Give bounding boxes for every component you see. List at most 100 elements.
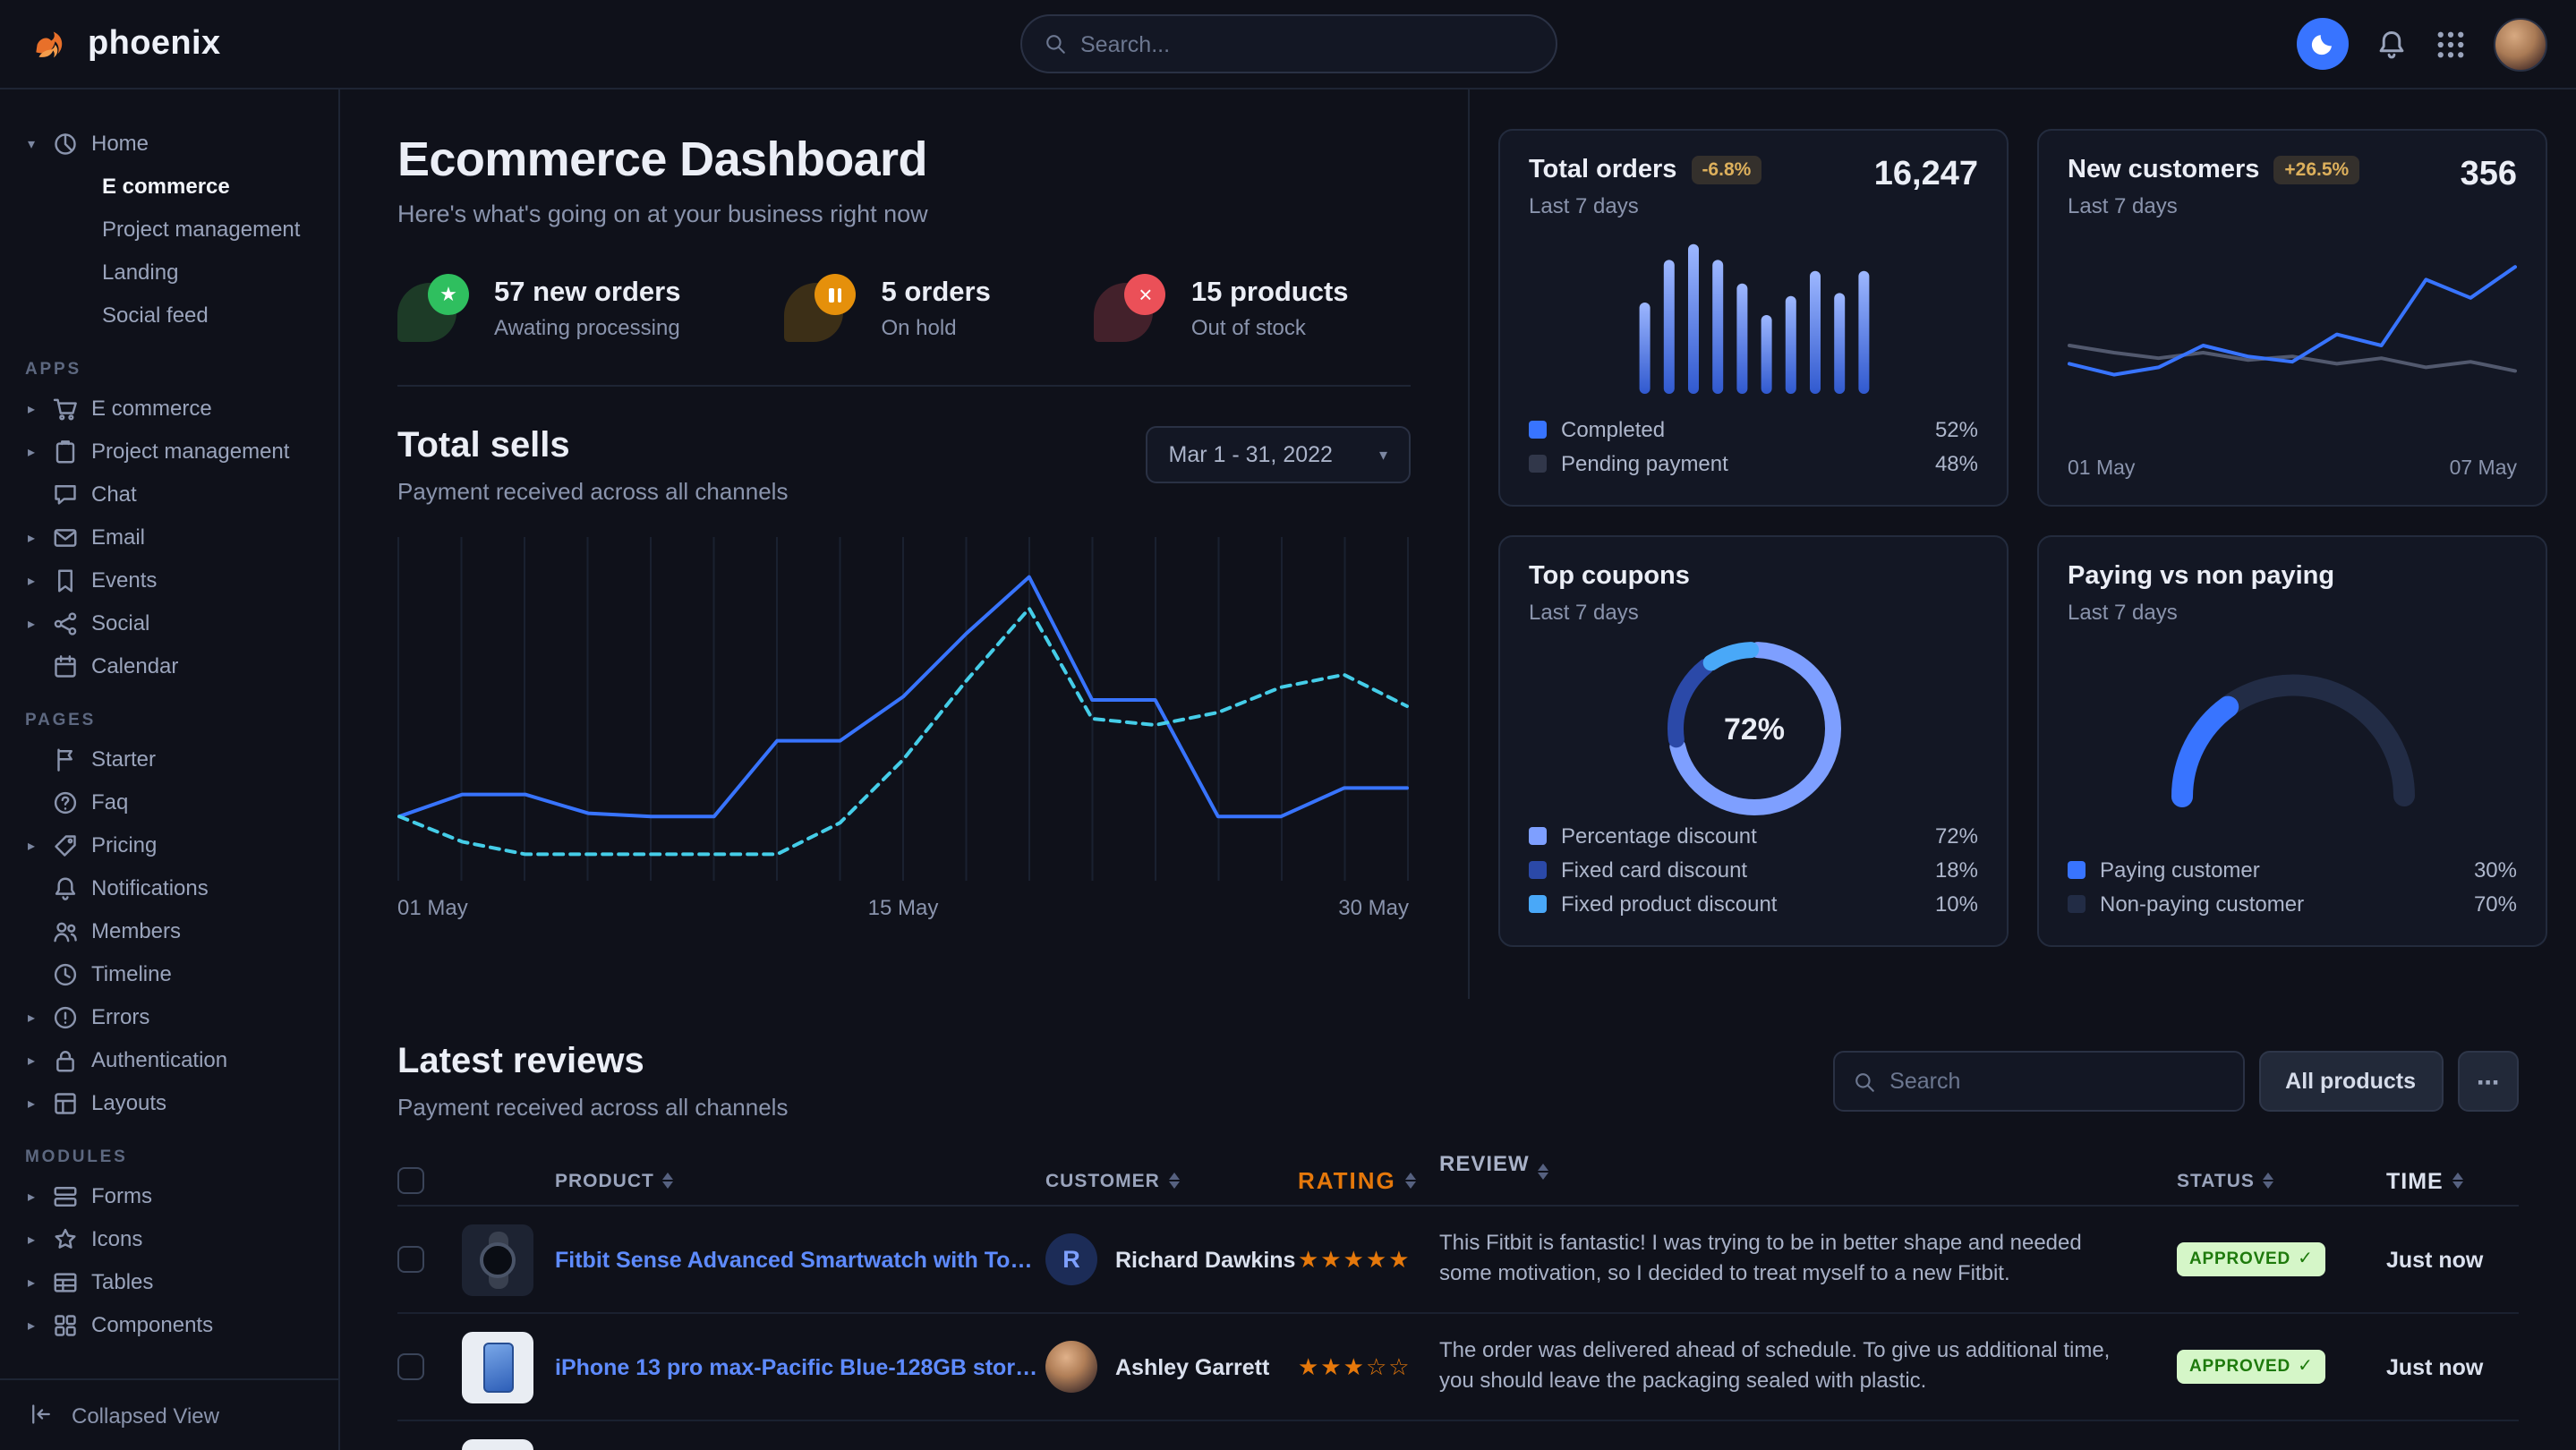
app-root: phoenix ▾HomeE commerceProject managemen… bbox=[0, 0, 2576, 1450]
new-customers-value: 356 bbox=[2461, 156, 2517, 195]
stat-item: 5 ordersOn hold bbox=[785, 270, 991, 345]
notifications-button[interactable] bbox=[2376, 28, 2408, 60]
more-options-button[interactable]: ⋯ bbox=[2457, 1051, 2519, 1112]
sidebar-item-label: Home bbox=[91, 131, 149, 156]
sidebar-item-label: Errors bbox=[91, 1004, 149, 1029]
theme-toggle-button[interactable] bbox=[2297, 18, 2349, 70]
card-title: Total orders bbox=[1529, 156, 1676, 184]
sidebar-item-e-commerce[interactable]: ▸E commerce bbox=[0, 387, 338, 430]
sidebar-item-label: E commerce bbox=[91, 396, 212, 421]
column-header-time[interactable]: TIME bbox=[2386, 1168, 2519, 1193]
row-checkbox[interactable] bbox=[397, 1353, 424, 1380]
date-range-select[interactable]: Mar 1 - 31, 2022 ▾ bbox=[1146, 426, 1412, 483]
sidebar-item-email[interactable]: ▸Email bbox=[0, 516, 338, 559]
legend-value: 30% bbox=[2474, 857, 2517, 882]
product-link[interactable]: Fitbit Sense Advanced Smartwatch with To… bbox=[555, 1247, 1045, 1272]
all-products-button[interactable]: All products bbox=[2258, 1051, 2443, 1112]
product-image bbox=[462, 1331, 533, 1403]
x-tick: 30 May bbox=[1338, 895, 1409, 920]
sidebar-item-notifications[interactable]: Notifications bbox=[0, 866, 338, 909]
stat-value: 15 products bbox=[1191, 277, 1349, 309]
sidebar: ▾HomeE commerceProject managementLanding… bbox=[0, 90, 340, 1450]
product-image bbox=[462, 1224, 533, 1295]
collapse-sidebar-icon bbox=[29, 1402, 55, 1429]
legend-item: Percentage discount72% bbox=[1529, 818, 1978, 852]
sidebar-item-forms[interactable]: ▸Forms bbox=[0, 1174, 338, 1217]
legend-item: Pending payment48% bbox=[1529, 446, 1978, 480]
share-icon bbox=[52, 610, 79, 636]
stat-value: 5 orders bbox=[882, 277, 991, 309]
review-text: This Fitbit is fantastic! I was trying t… bbox=[1439, 1228, 2177, 1291]
select-all-checkbox[interactable] bbox=[397, 1167, 424, 1194]
sidebar-item-timeline[interactable]: Timeline bbox=[0, 952, 338, 995]
lock-icon bbox=[52, 1046, 79, 1073]
sidebar-item-layouts[interactable]: ▸Layouts bbox=[0, 1081, 338, 1124]
customer-name: Richard Dawkins bbox=[1115, 1247, 1295, 1272]
legend-color-swatch bbox=[1529, 860, 1547, 878]
global-search-input[interactable] bbox=[1080, 31, 1533, 56]
column-header-review[interactable]: REVIEW bbox=[1439, 1149, 2177, 1212]
brand[interactable]: phoenix bbox=[29, 21, 221, 66]
search-icon bbox=[1852, 1070, 1875, 1093]
column-header-status[interactable]: STATUS bbox=[2177, 1170, 2386, 1191]
legend-value: 18% bbox=[1935, 857, 1978, 882]
global-search[interactable] bbox=[1019, 14, 1557, 73]
table-icon bbox=[52, 1268, 79, 1295]
product-link[interactable]: iPhone 13 pro max-Pacific Blue-128GB sto… bbox=[555, 1354, 1045, 1379]
column-header-product[interactable]: PRODUCT bbox=[462, 1170, 1045, 1191]
customer-avatar: R bbox=[1045, 1233, 1097, 1285]
top-coupons-card: Top coupons Last 7 days 72% Percentage d… bbox=[1498, 535, 2009, 947]
card-period: Last 7 days bbox=[2068, 193, 2359, 218]
calendar-icon bbox=[52, 652, 79, 679]
sort-icon bbox=[663, 1173, 674, 1189]
legend-label: Percentage discount bbox=[1561, 823, 1935, 848]
chevron-right-icon: ▸ bbox=[23, 615, 39, 631]
legend-color-swatch bbox=[1529, 826, 1547, 844]
sidebar-item-project-management[interactable]: ▸Project management bbox=[0, 430, 338, 473]
sidebar-item-project-management[interactable]: Project management bbox=[0, 208, 338, 251]
star-icon bbox=[52, 1225, 79, 1252]
chevron-right-icon: ▸ bbox=[23, 837, 39, 853]
sidebar-item-errors[interactable]: ▸Errors bbox=[0, 995, 338, 1038]
sidebar-item-calendar[interactable]: Calendar bbox=[0, 644, 338, 687]
sidebar-item-pricing[interactable]: ▸Pricing bbox=[0, 823, 338, 866]
review-time: Just now bbox=[2386, 1247, 2519, 1272]
sidebar-item-authentication[interactable]: ▸Authentication bbox=[0, 1038, 338, 1081]
new-customers-line-chart bbox=[2068, 243, 2517, 448]
sidebar-item-components[interactable]: ▸Components bbox=[0, 1303, 338, 1346]
sidebar-item-e-commerce[interactable]: E commerce bbox=[0, 165, 338, 208]
card-title: Paying vs non paying bbox=[2068, 562, 2334, 591]
sidebar-item-social[interactable]: ▸Social bbox=[0, 601, 338, 644]
sidebar-item-landing[interactable]: Landing bbox=[0, 251, 338, 294]
chevron-down-icon: ▾ bbox=[1379, 445, 1387, 465]
sidebar-item-icons[interactable]: ▸Icons bbox=[0, 1217, 338, 1260]
reviews-search[interactable] bbox=[1832, 1051, 2244, 1112]
chevron-right-icon: ▸ bbox=[23, 1095, 39, 1111]
sidebar-item-chat[interactable]: Chat bbox=[0, 473, 338, 516]
column-header-customer[interactable]: CUSTOMER bbox=[1045, 1170, 1298, 1191]
sidebar-item-starter[interactable]: Starter bbox=[0, 738, 338, 780]
sidebar-item-members[interactable]: Members bbox=[0, 909, 338, 952]
stats-row: ★57 new ordersAwating processing5 orders… bbox=[397, 270, 1411, 387]
sidebar-item-label: Chat bbox=[91, 482, 137, 507]
customer-avatar bbox=[1045, 1341, 1097, 1393]
sidebar-item-tables[interactable]: ▸Tables bbox=[0, 1260, 338, 1303]
row-checkbox[interactable] bbox=[397, 1246, 424, 1273]
user-avatar[interactable] bbox=[2494, 17, 2547, 71]
apps-grid-button[interactable] bbox=[2435, 28, 2467, 60]
sidebar-item-faq[interactable]: Faq bbox=[0, 780, 338, 823]
column-header-rating[interactable]: RATING bbox=[1298, 1167, 1439, 1194]
latest-reviews-title: Latest reviews bbox=[397, 1042, 788, 1083]
chevron-right-icon: ▸ bbox=[23, 1188, 39, 1204]
new-customers-x-axis: 01 May 07 May bbox=[2068, 458, 2517, 480]
sidebar-item-label: Events bbox=[91, 567, 157, 593]
sidebar-section-label: MODULES bbox=[25, 1147, 338, 1167]
sidebar-item-social-feed[interactable]: Social feed bbox=[0, 294, 338, 337]
sidebar-item-events[interactable]: ▸Events bbox=[0, 559, 338, 601]
collapsed-view-toggle[interactable]: Collapsed View bbox=[0, 1378, 338, 1450]
reviews-search-input[interactable] bbox=[1889, 1069, 2224, 1094]
sidebar-item-home[interactable]: ▾Home bbox=[0, 122, 338, 165]
sidebar-item-label: Email bbox=[91, 525, 145, 550]
review-time: Just now bbox=[2386, 1354, 2519, 1379]
layout-icon bbox=[52, 1089, 79, 1116]
